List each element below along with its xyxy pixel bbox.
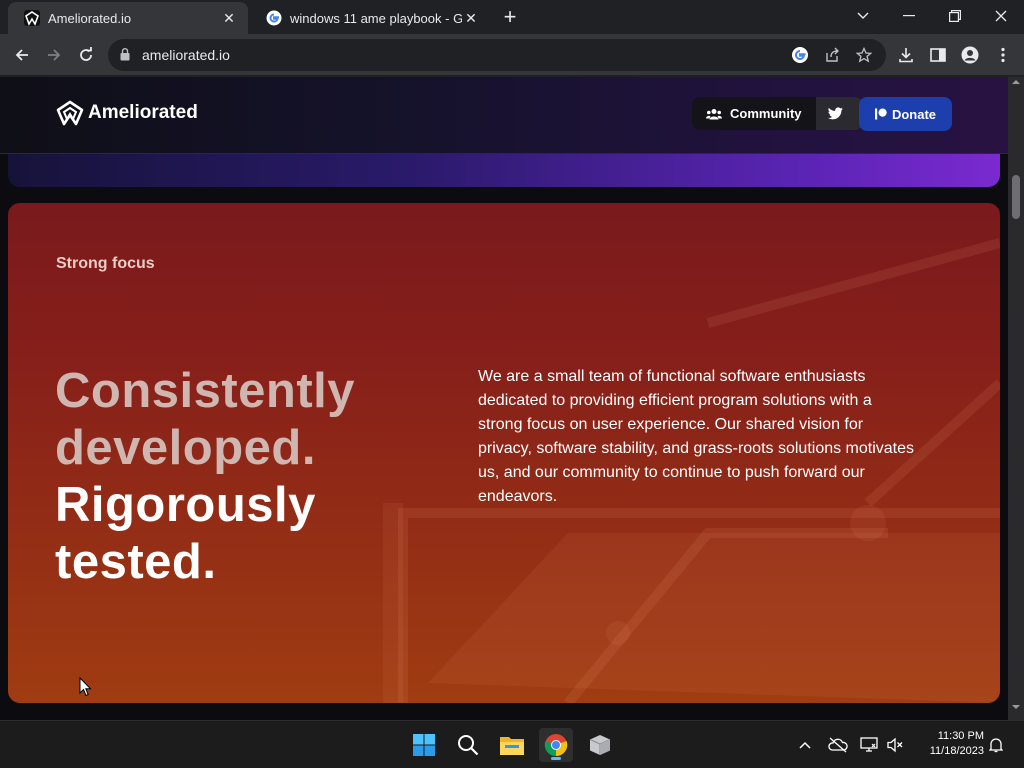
feature-card: Strong focus Consistently developed. Rig… [8,203,1000,703]
site-logo[interactable]: Ameliorated [56,100,198,126]
scroll-thumb[interactable] [1012,175,1020,219]
community-link[interactable]: Community [692,97,816,130]
side-panel-icon[interactable] [928,45,948,65]
system-clock[interactable]: 11:30 PM 11/18/2023 [912,729,984,759]
donate-label: Donate [891,106,937,122]
google-lens-icon[interactable] [790,45,810,65]
volume-muted-icon[interactable] [884,734,906,756]
reload-button[interactable] [72,41,100,69]
site-header: Ameliorated Community Donate [0,77,1008,154]
tab-title: Ameliorated.io [48,10,132,26]
active-app-indicator [551,757,561,760]
users-icon [706,108,722,119]
lock-icon[interactable] [120,48,130,66]
profile-icon[interactable] [960,45,980,65]
scroll-down-arrow-icon[interactable] [1008,704,1024,716]
donate-button[interactable]: Donate [859,97,952,131]
kebab-menu-icon[interactable] [993,45,1013,65]
tab-search-icon[interactable] [840,0,886,32]
close-tab-icon[interactable]: ✕ [220,9,238,27]
tab-ameliorated[interactable]: Ameliorated.io ✕ [8,2,248,34]
twitter-icon [827,107,843,120]
section-headline: Consistently developed. Rigorously teste… [55,363,355,591]
address-bar[interactable]: ameliorated.io [108,39,886,71]
onedrive-offline-icon[interactable] [827,734,849,756]
header-nav: Community [692,97,863,130]
headline-line: Consistently [55,364,356,418]
mouse-cursor-icon [79,677,92,697]
close-tab-icon[interactable]: ✕ [462,9,480,27]
forward-button[interactable] [40,41,68,69]
section-eyebrow: Strong focus [56,255,155,272]
page-viewport: Ameliorated Community Donate Strong focu… [0,77,1008,720]
bookmark-star-icon[interactable] [854,45,874,65]
download-icon[interactable] [896,45,916,65]
twitter-link[interactable] [815,97,863,130]
url-text: ameliorated.io [142,47,230,63]
ameliorated-logo-icon [56,100,84,126]
start-icon[interactable] [407,728,441,762]
brand-name: Ameliorated [88,102,198,123]
scroll-up-arrow-icon[interactable] [1008,79,1024,91]
restore-button[interactable] [932,0,978,32]
browser-tab-strip: Ameliorated.io ✕ windows 11 ame playbook… [0,0,1024,34]
search-icon[interactable] [451,728,485,762]
close-window-button[interactable] [978,0,1024,32]
file-explorer-icon[interactable] [495,728,529,762]
browser-toolbar: ameliorated.io [0,34,1024,76]
headline-line: developed. [55,421,316,475]
tab-title: windows 11 ame playbook - Goo [290,10,462,26]
new-tab-button[interactable]: + [498,6,522,30]
headline-line: tested. [55,535,217,589]
headline-line: Rigorously [55,478,316,532]
chevron-up-icon[interactable] [794,734,816,756]
notification-bell-icon[interactable] [985,734,1007,756]
community-label: Community [730,106,802,121]
section-description: We are a small team of functional softwa… [478,368,915,505]
windows-taskbar: 11:30 PM 11/18/2023 [0,720,1024,768]
clock-date: 11/18/2023 [929,745,984,757]
ameliorated-logo-icon [24,10,40,26]
google-icon [266,10,282,26]
chrome-icon[interactable] [539,728,573,762]
network-icon[interactable] [858,734,880,756]
minimize-button[interactable] [886,0,932,32]
back-button[interactable] [8,41,36,69]
clock-time: 11:30 PM [937,730,984,742]
share-icon[interactable] [822,45,842,65]
tab-google-search[interactable]: windows 11 ame playbook - Goo ✕ [250,2,490,34]
patreon-icon [874,108,887,120]
package-icon[interactable] [583,728,617,762]
page-scrollbar[interactable] [1008,77,1024,720]
